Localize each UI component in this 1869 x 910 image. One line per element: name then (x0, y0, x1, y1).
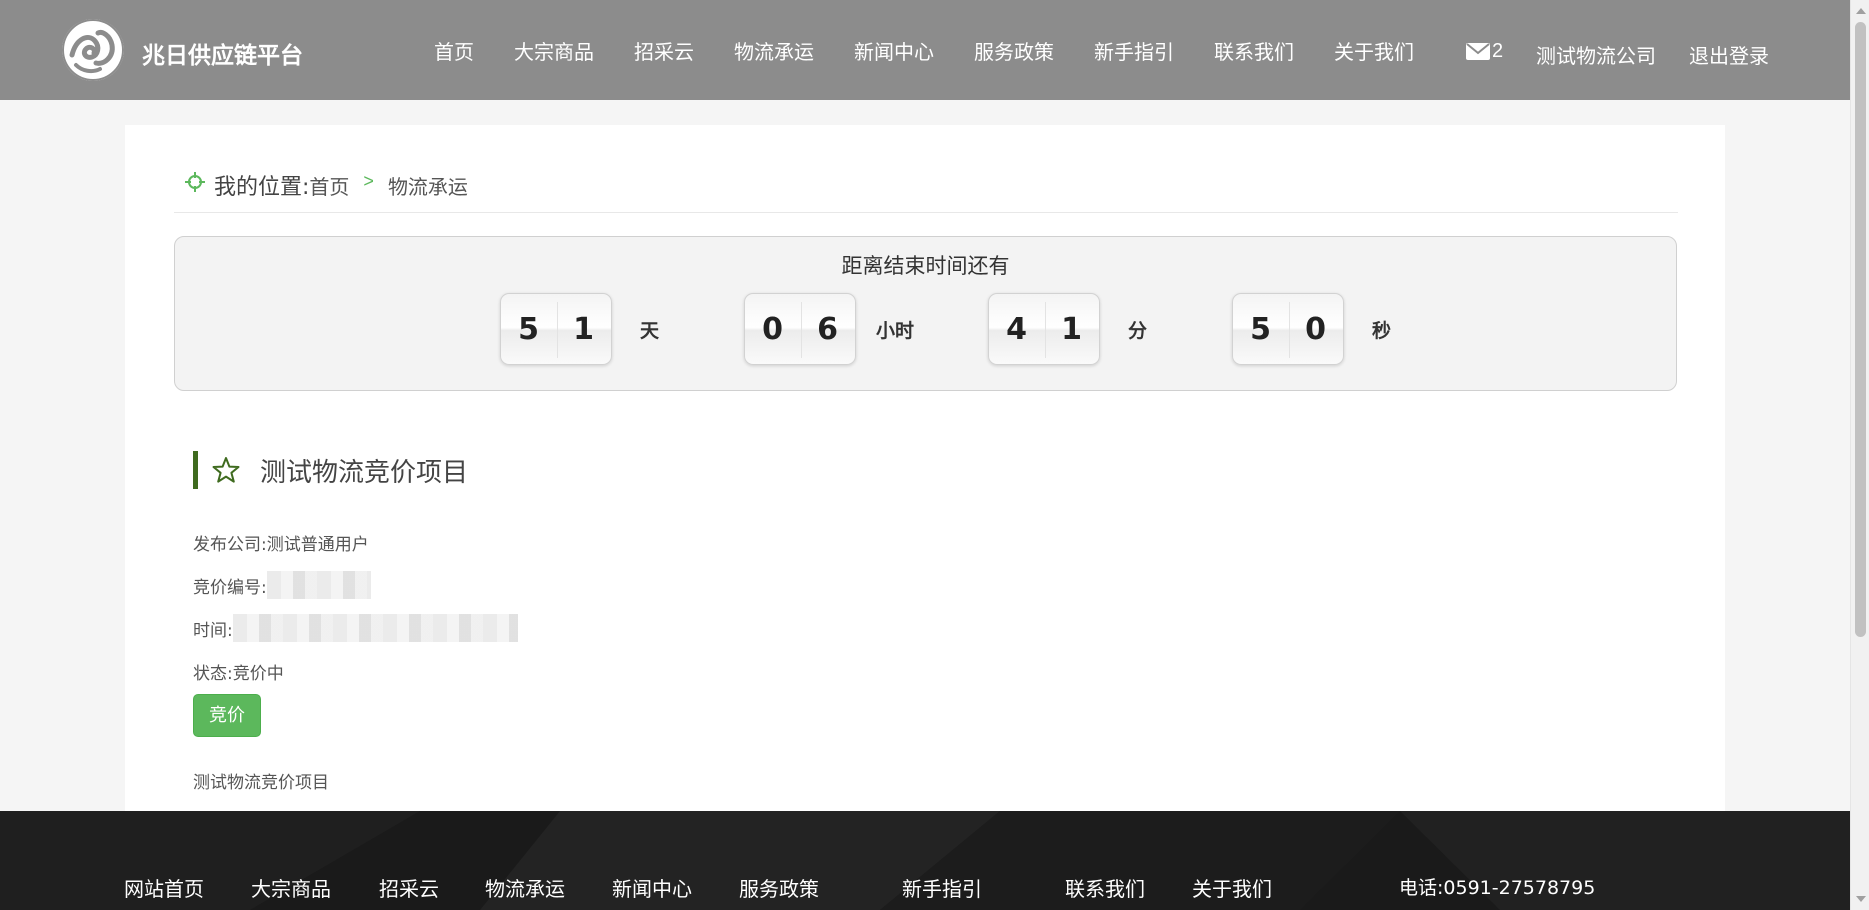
countdown-minutes: 4 1 分 (988, 293, 1147, 365)
footer-nav-logistics[interactable]: 物流承运 (485, 873, 565, 902)
location-crosshair-icon (185, 172, 205, 192)
flip-card: 5 0 (1232, 293, 1344, 365)
project-title: 测试物流竞价项目 (260, 457, 469, 488)
scrollbar-thumb[interactable] (1855, 22, 1866, 637)
breadcrumb: 我的位置: 首页 > 物流承运 (174, 169, 1678, 213)
bid-number-redacted (266, 571, 371, 599)
nav-home[interactable]: 首页 (434, 36, 474, 65)
nav-news[interactable]: 新闻中心 (854, 36, 934, 65)
footer: 网站首页 大宗商品 招采云 物流承运 新闻中心 服务政策 新手指引 联系我们 关… (0, 811, 1850, 910)
nav-commodities[interactable]: 大宗商品 (514, 36, 594, 65)
bid-number-row: 竞价编号: (193, 571, 371, 599)
nav-contact[interactable]: 联系我们 (1214, 36, 1294, 65)
countdown-label: 秒 (1372, 319, 1392, 342)
main-nav: 首页 大宗商品 招采云 物流承运 新闻中心 服务政策 新手指引 联系我们 关于我… (434, 36, 1454, 65)
project-description: 测试物流竞价项目 (193, 773, 329, 793)
nav-logistics[interactable]: 物流承运 (734, 36, 814, 65)
digit: 0 (1305, 312, 1326, 347)
flip-card: 4 1 (988, 293, 1100, 365)
flip-card: 5 1 (500, 293, 612, 365)
footer-phone: 电话:0591-27578795 (1399, 877, 1596, 899)
digit: 0 (762, 312, 783, 347)
digit: 1 (1061, 312, 1082, 347)
footer-nav-home[interactable]: 网站首页 (124, 873, 204, 902)
footer-nav-commodities[interactable]: 大宗商品 (251, 873, 331, 902)
vertical-scrollbar[interactable] (1850, 0, 1869, 910)
countdown-title: 距离结束时间还有 (841, 254, 1010, 278)
time-row: 时间: (193, 614, 518, 642)
footer-nav-procurement[interactable]: 招采云 (379, 873, 439, 902)
footer-nav-guide[interactable]: 新手指引 (902, 873, 982, 902)
nav-policy[interactable]: 服务政策 (974, 36, 1054, 65)
footer-nav-news[interactable]: 新闻中心 (612, 873, 692, 902)
message-count: 2 (1492, 40, 1504, 62)
footer-nav-contact[interactable]: 联系我们 (1065, 873, 1145, 902)
footer-nav-about[interactable]: 关于我们 (1192, 873, 1272, 902)
countdown-label: 天 (640, 319, 660, 342)
bid-number-label: 竞价编号: (193, 577, 267, 598)
publisher-row: 发布公司: 测试普通用户 (193, 530, 369, 555)
time-label: 时间: (193, 620, 233, 641)
messages-button[interactable]: 2 (1466, 40, 1503, 63)
countdown-seconds: 5 0 秒 (1232, 293, 1391, 365)
countdown-label: 分 (1128, 319, 1148, 342)
scroll-up-arrow-icon[interactable] (1856, 8, 1866, 14)
scroll-down-arrow-icon[interactable] (1856, 896, 1866, 902)
status-label: 状态: (193, 664, 233, 684)
project-title-bar: 测试物流竞价项目 (193, 451, 468, 489)
envelope-icon (1466, 43, 1490, 60)
company-name-link[interactable]: 测试物流公司 (1536, 40, 1656, 69)
content-panel: 我的位置: 首页 > 物流承运 距离结束时间还有 5 1 天 0 6 小时 4 … (125, 125, 1725, 811)
nav-procurement[interactable]: 招采云 (634, 36, 694, 65)
countdown-days: 5 1 天 (500, 293, 659, 365)
publisher-value: 测试普通用户 (266, 535, 369, 555)
nav-guide[interactable]: 新手指引 (1094, 36, 1174, 65)
publisher-label: 发布公司: (193, 535, 267, 555)
flip-card: 0 6 (744, 293, 856, 365)
top-header: 兆日供应链平台 首页 大宗商品 招采云 物流承运 新闻中心 服务政策 新手指引 … (0, 0, 1850, 100)
footer-nav-policy[interactable]: 服务政策 (739, 873, 819, 902)
brand-logo-icon[interactable] (62, 19, 124, 81)
countdown-label: 小时 (876, 319, 915, 342)
digit: 4 (1006, 312, 1027, 347)
countdown-box: 距离结束时间还有 5 1 天 0 6 小时 4 1 分 5 0 秒 (174, 236, 1677, 391)
bid-button[interactable]: 竞价 (193, 694, 261, 737)
breadcrumb-separator: > (363, 171, 374, 191)
nav-about[interactable]: 关于我们 (1334, 36, 1414, 65)
brand-name[interactable]: 兆日供应链平台 (142, 36, 303, 70)
digit: 1 (573, 312, 594, 347)
digit: 5 (518, 312, 539, 347)
star-icon (212, 457, 240, 483)
breadcrumb-current[interactable]: 物流承运 (388, 171, 468, 200)
digit: 5 (1250, 312, 1271, 347)
breadcrumb-prefix: 我的位置: (214, 175, 310, 200)
countdown-hours: 0 6 小时 (744, 293, 914, 365)
breadcrumb-home[interactable]: 首页 (309, 171, 349, 200)
digit: 6 (817, 312, 838, 347)
status-row: 状态: 竞价中 (193, 659, 284, 684)
time-redacted (232, 614, 518, 642)
status-value: 竞价中 (232, 664, 284, 684)
logout-link[interactable]: 退出登录 (1689, 40, 1769, 69)
